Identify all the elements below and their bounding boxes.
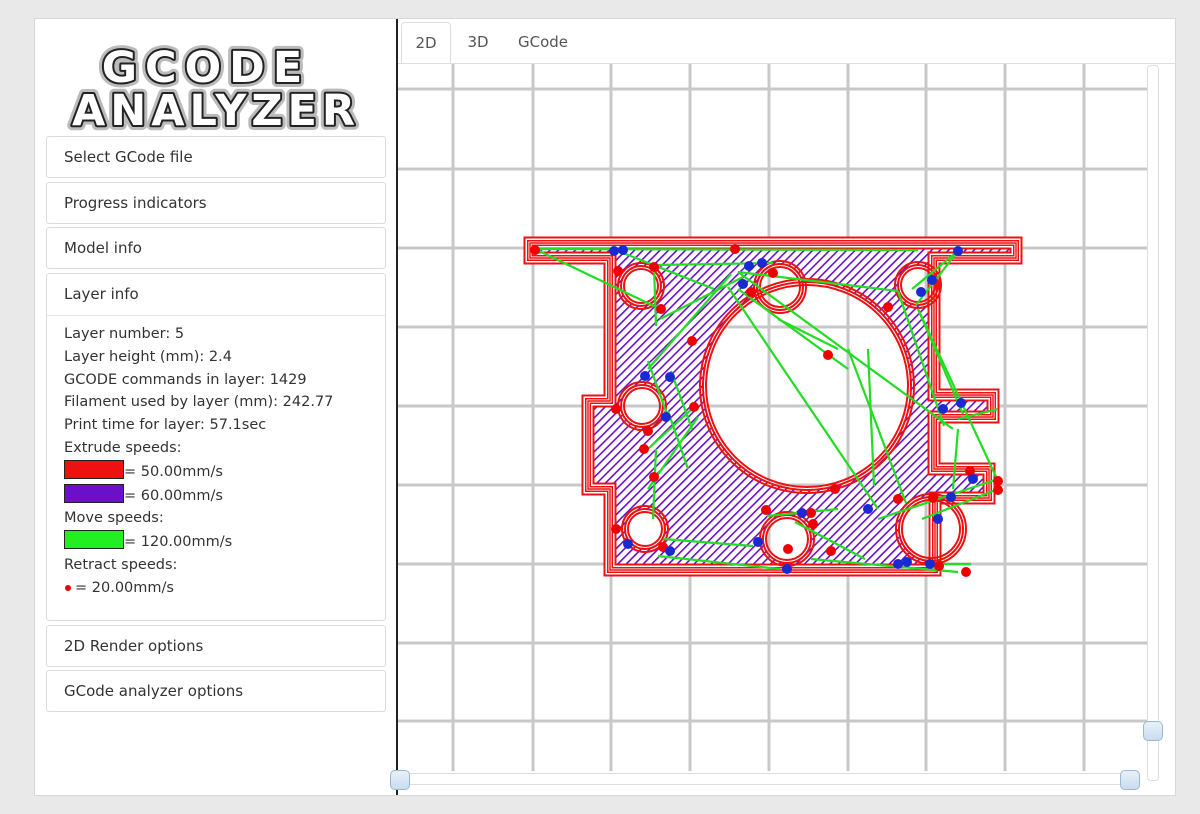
retract-point (830, 484, 840, 494)
svg-text:ANALYZER: ANALYZER (72, 86, 360, 136)
retract-point (656, 304, 666, 314)
restart-point (927, 275, 937, 285)
layer-height: Layer height (mm): 2.4 (64, 348, 232, 365)
retract-point (806, 508, 816, 518)
restart-point (753, 537, 763, 547)
layer-info-body: Layer number: 5 Layer height (mm): 2.4 G… (47, 316, 385, 600)
layer-info-panel: Layer info Layer number: 5 Layer height … (46, 273, 386, 621)
layer-slider-track[interactable] (1147, 65, 1159, 781)
retract-point (643, 426, 653, 436)
extrude-speed-value: = 60.00mm/s (124, 487, 223, 504)
layer-info-header[interactable]: Layer info (47, 274, 385, 316)
layer-slider-handle[interactable] (1143, 721, 1163, 741)
restart-point (953, 246, 963, 256)
restart-point (797, 508, 807, 518)
retract-point (611, 524, 621, 534)
retract-point (928, 493, 938, 503)
main-view: 2D 3D GCode (390, 19, 1175, 795)
retract-point (689, 402, 699, 412)
layer-render (523, 236, 1023, 577)
restart-point (665, 546, 675, 556)
extrude-speed-value: = 50.00mm/s (124, 463, 223, 480)
tab-2d[interactable]: 2D (401, 22, 451, 63)
retract-speed-row: = 20.00mm/s (64, 577, 385, 600)
app-logo: GCODE GCODE GCODE ANALYZER ANALYZER ANAL… (67, 38, 360, 137)
restart-point (933, 514, 943, 524)
extrude-speed-swatch (64, 459, 124, 479)
restart-point (757, 258, 767, 268)
retract-point (783, 544, 793, 554)
move-speeds-label: Move speeds: (64, 510, 164, 527)
retract-point (826, 546, 836, 556)
retract-point (761, 505, 771, 515)
sidebar: GCODE GCODE GCODE ANALYZER ANALYZER ANAL… (35, 19, 397, 795)
select-gcode-file-panel[interactable]: Select GCode file (46, 136, 386, 178)
analyzer-options-panel[interactable]: GCode analyzer options (46, 670, 386, 712)
progress-indicators-panel[interactable]: Progress indicators (46, 182, 386, 224)
retract-point (530, 245, 540, 255)
restart-point (623, 539, 633, 549)
move-speed-value: = 120.00mm/s (124, 534, 233, 551)
restart-point (738, 279, 748, 289)
retract-point (639, 444, 649, 454)
retract-point (993, 485, 1003, 495)
restart-point (863, 504, 873, 514)
restart-point (916, 287, 926, 297)
retract-point (893, 494, 903, 504)
restart-point (661, 412, 671, 422)
travel-move (534, 247, 919, 252)
move-speed-row: = 120.00mm/s (64, 530, 385, 554)
progress-slider-end-handle[interactable] (1120, 770, 1140, 790)
render-options-panel[interactable]: 2D Render options (46, 625, 386, 667)
restart-point (946, 492, 956, 502)
retract-point (649, 262, 659, 272)
retract-point (613, 266, 623, 276)
restart-point (902, 557, 912, 567)
retract-point (883, 302, 893, 312)
layer-filament: Filament used by layer (mm): 242.77 (64, 394, 334, 411)
retract-point (934, 561, 944, 571)
render-canvas[interactable] (398, 19, 1175, 795)
restart-point (665, 372, 675, 382)
tab-gcode[interactable]: GCode (508, 22, 578, 63)
retract-point (611, 404, 621, 414)
tab-3d[interactable]: 3D (456, 22, 500, 63)
progress-slider-start-handle[interactable] (390, 770, 410, 790)
extrude-speed-row: = 60.00mm/s (64, 483, 385, 508)
retract-point (808, 519, 818, 529)
layer-print-time: Print time for layer: 57.1sec (64, 417, 267, 434)
retract-point (746, 287, 756, 297)
restart-point (968, 474, 978, 484)
restart-point (893, 559, 903, 569)
retract-point (730, 244, 740, 254)
retract-point (961, 567, 971, 577)
extrude-speeds-label: Extrude speeds: (64, 439, 182, 456)
retract-point (768, 268, 778, 278)
restart-point (618, 245, 628, 255)
app-window: GCODE GCODE GCODE ANALYZER ANALYZER ANAL… (34, 18, 1176, 796)
restart-point (925, 559, 935, 569)
restart-point (938, 404, 948, 414)
progress-slider-track[interactable] (398, 773, 1138, 785)
restart-point (956, 398, 966, 408)
retract-dot-icon (65, 584, 71, 591)
retract-point (687, 336, 697, 346)
layer-commands: GCODE commands in layer: 1429 (64, 371, 307, 388)
layer-number: Layer number: 5 (64, 326, 185, 342)
retract-point (823, 350, 833, 360)
retract-speeds-label: Retract speeds: (64, 556, 178, 573)
extrude-speed-swatch (64, 483, 124, 503)
extrude-speed-row: = 50.00mm/s (64, 459, 385, 484)
retract-speed-value: = 20.00mm/s (75, 579, 174, 596)
move-speed-swatch (64, 530, 124, 550)
model-info-panel[interactable]: Model info (46, 227, 386, 269)
restart-point (640, 371, 650, 381)
restart-point (782, 564, 792, 574)
view-tabs: 2D 3D GCode (398, 19, 1175, 64)
restart-point (744, 261, 754, 271)
retract-point (993, 476, 1003, 486)
retract-point (649, 472, 659, 482)
restart-point (609, 246, 619, 256)
